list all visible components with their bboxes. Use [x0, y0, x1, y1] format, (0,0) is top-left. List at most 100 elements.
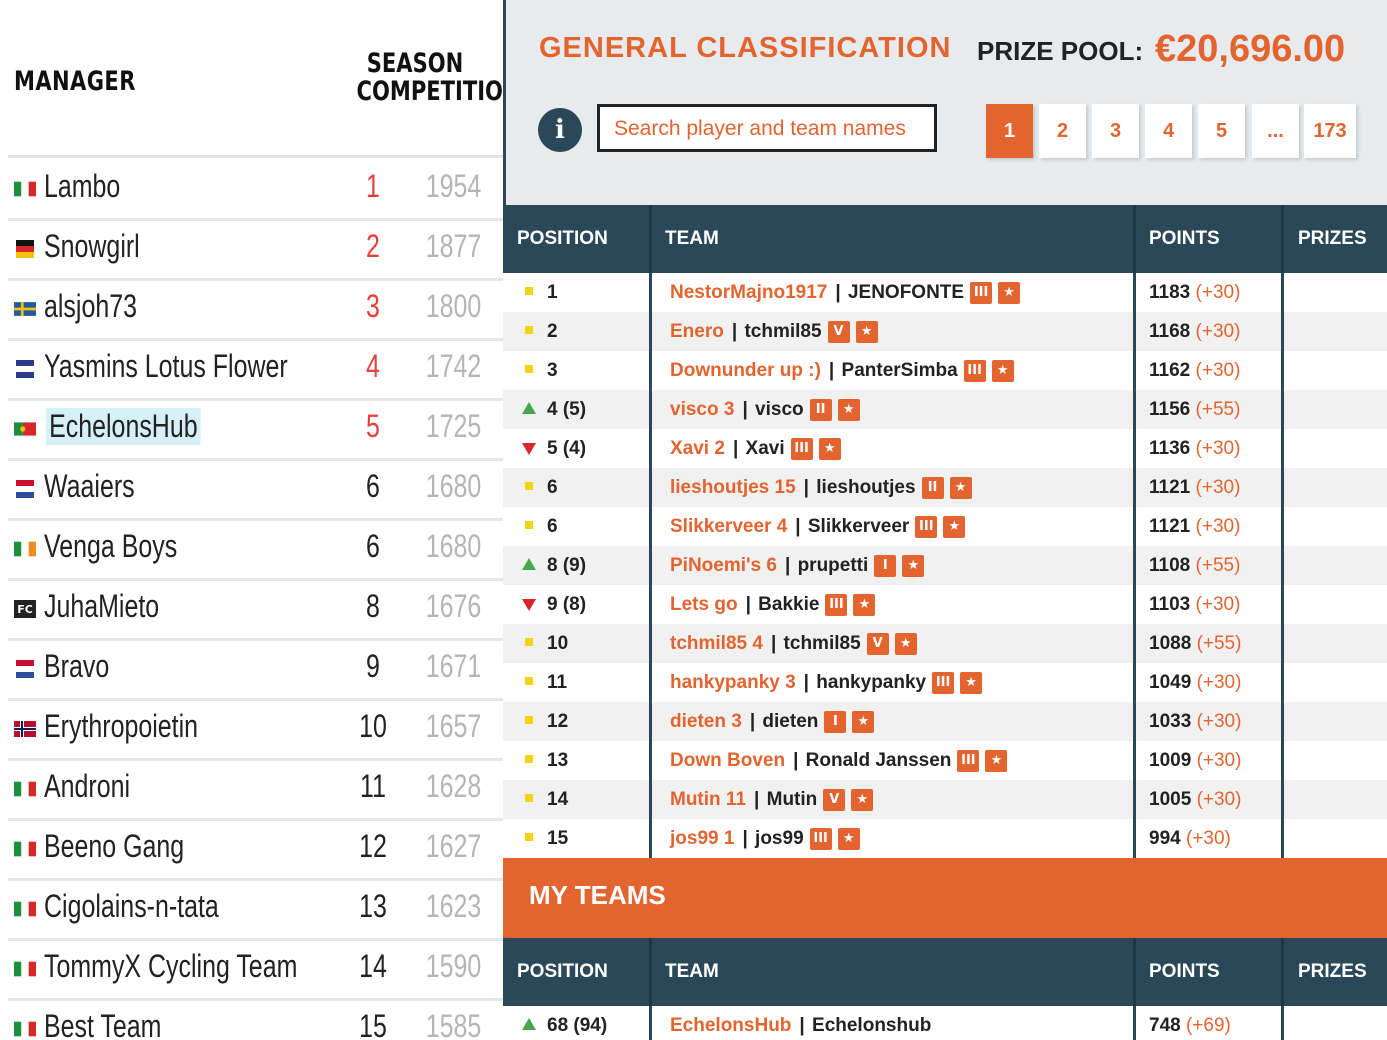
- star-icon[interactable]: ★: [851, 788, 874, 811]
- star-icon[interactable]: ★: [991, 359, 1014, 382]
- manager-row[interactable]: Waaiers 6 1680: [8, 458, 503, 521]
- manager-name[interactable]: JuhaMieto: [44, 588, 159, 625]
- table-row[interactable]: 6 lieshoutjes 15 | lieshoutjes II ★ 1121 (+…: [503, 468, 1387, 507]
- manager-name[interactable]: JENOFONTE: [848, 282, 964, 303]
- star-icon[interactable]: ★: [818, 437, 841, 460]
- table-row[interactable]: 8 (9) PiNoemi's 6 | prupetti I ★ 1108 (+55): [503, 546, 1387, 585]
- manager-name[interactable]: Cigolains-n-tata: [44, 888, 219, 925]
- table-row[interactable]: 15 jos99 1 | jos99 III ★ 994 (+30): [503, 819, 1387, 858]
- manager-name[interactable]: lieshoutjes: [816, 477, 915, 498]
- manager-row[interactable]: Yasmins Lotus Flower 4 1742: [8, 338, 503, 401]
- manager-row[interactable]: Venga Boys 6 1680: [8, 518, 503, 581]
- manager-name[interactable]: jos99: [755, 828, 804, 849]
- table-row[interactable]: 68 (94) EchelonsHub | Echelonshub 748 (+6…: [503, 1006, 1387, 1040]
- team-name-link[interactable]: visco 3: [670, 399, 734, 420]
- manager-name[interactable]: Androni: [44, 768, 130, 805]
- manager-name[interactable]: alsjoh73: [44, 288, 137, 325]
- manager-name[interactable]: Xavi: [746, 438, 785, 459]
- manager-row[interactable]: TommyX Cycling Team 14 1590: [8, 938, 503, 1001]
- team-name-link[interactable]: lieshoutjes 15: [670, 477, 796, 498]
- team-name-link[interactable]: Xavi 2: [670, 438, 725, 459]
- manager-name[interactable]: Ronald Janssen: [806, 750, 952, 771]
- team-name-link[interactable]: Down Boven: [670, 750, 785, 771]
- manager-name[interactable]: visco: [755, 399, 804, 420]
- star-icon[interactable]: ★: [855, 320, 878, 343]
- table-row[interactable]: 5 (4) Xavi 2 | Xavi III ★ 1136 (+30): [503, 429, 1387, 468]
- star-icon[interactable]: ★: [943, 515, 966, 538]
- page-button-173[interactable]: 173: [1304, 104, 1356, 158]
- manager-name[interactable]: Slikkerveer: [808, 516, 909, 537]
- manager-row[interactable]: alsjoh73 3 1800: [8, 278, 503, 341]
- star-icon[interactable]: ★: [985, 749, 1008, 772]
- star-icon[interactable]: ★: [837, 398, 860, 421]
- star-icon[interactable]: ★: [998, 281, 1021, 304]
- manager-name[interactable]: Beeno Gang: [44, 828, 184, 865]
- manager-name[interactable]: tchmil85: [744, 321, 821, 342]
- star-icon[interactable]: ★: [902, 554, 925, 577]
- team-name-link[interactable]: hankypanky 3: [670, 672, 796, 693]
- team-name-link[interactable]: Downunder up :): [670, 360, 821, 381]
- table-row[interactable]: 9 (8) Lets go | Bakkie III ★ 1103 (+30): [503, 585, 1387, 624]
- manager-row[interactable]: Cigolains-n-tata 13 1623: [8, 878, 503, 941]
- team-name-link[interactable]: Lets go: [670, 594, 738, 615]
- manager-name[interactable]: Venga Boys: [44, 528, 177, 565]
- manager-row[interactable]: Snowgirl 2 1877: [8, 218, 503, 281]
- manager-name[interactable]: tchmil85: [784, 633, 861, 654]
- manager-row[interactable]: Best Team 15 1585: [8, 998, 503, 1040]
- manager-name[interactable]: Best Team: [44, 1008, 161, 1040]
- manager-row[interactable]: Bravo 9 1671: [8, 638, 503, 701]
- search-input[interactable]: Search player and team names: [597, 104, 937, 152]
- manager-name[interactable]: Echelonshub: [812, 1015, 931, 1036]
- team-name-link[interactable]: NestorMajno1917: [670, 282, 827, 303]
- info-icon[interactable]: i: [538, 108, 582, 152]
- page-button-5[interactable]: 5: [1198, 104, 1245, 158]
- manager-name[interactable]: Bakkie: [758, 594, 819, 615]
- manager-row[interactable]: EchelonsHub 5 1725: [8, 398, 503, 461]
- manager-row[interactable]: FC JuhaMieto 8 1676: [8, 578, 503, 641]
- manager-name[interactable]: Waaiers: [44, 468, 135, 505]
- table-row[interactable]: 12 dieten 3 | dieten I ★ 1033 (+30): [503, 702, 1387, 741]
- manager-name[interactable]: Lambo: [44, 168, 120, 205]
- page-button-3[interactable]: 3: [1092, 104, 1139, 158]
- star-icon[interactable]: ★: [837, 827, 860, 850]
- manager-row[interactable]: Erythropoietin 10 1657: [8, 698, 503, 761]
- manager-name[interactable]: Snowgirl: [44, 228, 140, 265]
- table-row[interactable]: 4 (5) visco 3 | visco II ★ 1156 (+55): [503, 390, 1387, 429]
- team-name-link[interactable]: jos99 1: [670, 828, 734, 849]
- manager-name[interactable]: dieten: [762, 711, 818, 732]
- manager-row[interactable]: Androni 11 1628: [8, 758, 503, 821]
- manager-name[interactable]: Erythropoietin: [44, 708, 198, 745]
- team-name-link[interactable]: Enero: [670, 321, 724, 342]
- table-row[interactable]: 6 Slikkerveer 4 | Slikkerveer III ★ 1121 (+…: [503, 507, 1387, 546]
- team-name-link[interactable]: Slikkerveer 4: [670, 516, 787, 537]
- page-button-4[interactable]: 4: [1145, 104, 1192, 158]
- manager-name[interactable]: Bravo: [44, 648, 109, 685]
- manager-row[interactable]: Beeno Gang 12 1627: [8, 818, 503, 881]
- team-name-link[interactable]: PiNoemi's 6: [670, 555, 777, 576]
- star-icon[interactable]: ★: [853, 593, 876, 616]
- team-name-link[interactable]: tchmil85 4: [670, 633, 763, 654]
- manager-name[interactable]: Yasmins Lotus Flower: [44, 348, 288, 385]
- manager-name[interactable]: Mutin: [767, 789, 818, 810]
- table-row[interactable]: 3 Downunder up :) | PanterSimba III ★ 1162 …: [503, 351, 1387, 390]
- table-row[interactable]: 13 Down Boven | Ronald Janssen III ★ 1009 (…: [503, 741, 1387, 780]
- star-icon[interactable]: ★: [960, 671, 983, 694]
- team-name-link[interactable]: Mutin 11: [670, 789, 746, 810]
- table-row[interactable]: 14 Mutin 11 | Mutin V ★ 1005 (+30): [503, 780, 1387, 819]
- manager-name[interactable]: TommyX Cycling Team: [44, 948, 297, 985]
- table-row[interactable]: 11 hankypanky 3 | hankypanky III ★ 1049 (+3…: [503, 663, 1387, 702]
- page-button-2[interactable]: 2: [1039, 104, 1086, 158]
- manager-name[interactable]: prupetti: [798, 555, 869, 576]
- page-button-1[interactable]: 1: [986, 104, 1033, 158]
- table-row[interactable]: 1 NestorMajno1917 | JENOFONTE III ★ 1183 (+…: [503, 273, 1387, 312]
- manager-row[interactable]: Lambo 1 1954: [8, 158, 503, 221]
- table-row[interactable]: 2 Enero | tchmil85 V ★ 1168 (+30): [503, 312, 1387, 351]
- star-icon[interactable]: ★: [894, 632, 917, 655]
- manager-name[interactable]: PanterSimba: [842, 360, 958, 381]
- team-name-link[interactable]: dieten 3: [670, 711, 742, 732]
- manager-name[interactable]: hankypanky: [816, 672, 926, 693]
- manager-name[interactable]: EchelonsHub: [46, 408, 201, 445]
- team-name-link[interactable]: EchelonsHub: [670, 1015, 791, 1036]
- star-icon[interactable]: ★: [852, 710, 875, 733]
- table-row[interactable]: 10 tchmil85 4 | tchmil85 V ★ 1088 (+55): [503, 624, 1387, 663]
